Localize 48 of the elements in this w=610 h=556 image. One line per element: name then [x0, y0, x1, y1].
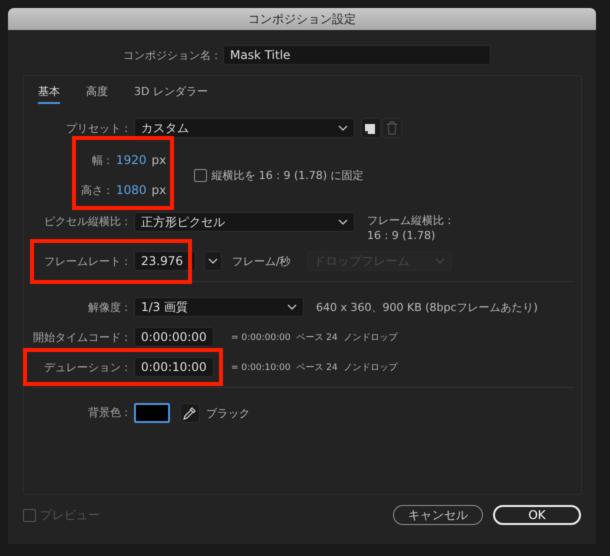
resolution-dropdown[interactable]: 1/3 画質	[134, 297, 304, 317]
tab[interactable]: 高度	[86, 84, 108, 104]
color-name: ブラック	[206, 406, 250, 420]
unit-label: フレーム/秒	[232, 254, 291, 268]
pixel-aspect-dropdown[interactable]: 正方形ピクセル	[134, 212, 355, 232]
chevron-down-icon	[434, 258, 445, 264]
field-label: 高さ :	[80, 182, 110, 198]
resolution-info: 640 x 360、900 KB (8bpcフレームあたり)	[316, 300, 538, 314]
color-swatch[interactable]	[134, 403, 170, 423]
frame-aspect-label: フレーム縦横比 :	[367, 213, 452, 228]
dimension-value[interactable]: 1920	[116, 153, 147, 167]
checkbox-label: 縦横比を 16 : 9 (1.78) に固定	[211, 168, 364, 182]
dimension-value[interactable]: 1080	[116, 183, 147, 197]
field-label: プリセット :	[64, 120, 128, 136]
field-label: フレームレート :	[42, 254, 128, 268]
field-label: 背景色 :	[86, 405, 128, 421]
tab[interactable]: 基本	[38, 84, 60, 104]
checkbox[interactable]	[194, 168, 208, 182]
eyedropper-button[interactable]	[180, 403, 200, 423]
field-label: コンポジション名 :	[122, 48, 218, 62]
chevron-down-icon	[338, 125, 348, 131]
window-title: コンポジション設定	[248, 10, 356, 28]
chevron-down-icon	[208, 258, 218, 264]
field-label: ピクセル縦横比 :	[42, 214, 128, 230]
unit-label: px	[152, 183, 166, 197]
field-label: 解像度 :	[86, 300, 128, 314]
frame-rate-field[interactable]: 23.976	[134, 251, 196, 271]
unit-label: px	[152, 153, 166, 167]
field-label: 開始タイムコード :	[32, 330, 128, 344]
timecode-info: = 0:00:10:00 ベース 24 ノンドロップ	[231, 361, 398, 374]
eyedropper-icon	[183, 406, 197, 420]
cancel-button[interactable]: キャンセル	[393, 505, 483, 525]
new-preset-button[interactable]	[361, 118, 381, 138]
chevron-down-icon	[287, 304, 297, 310]
composition-name-field[interactable]: Mask Title	[223, 45, 491, 65]
timecode-field[interactable]: 0:00:00:00	[134, 327, 214, 347]
preset-dropdown[interactable]: カスタム	[134, 118, 355, 138]
frame-aspect-value: 16 : 9 (1.78)	[367, 228, 436, 243]
trash-icon	[386, 121, 398, 135]
ok-button[interactable]: OK	[493, 505, 581, 525]
field-label: 幅 :	[90, 152, 110, 168]
frame-rate-dropdown-button[interactable]	[204, 251, 222, 271]
page-icon	[364, 121, 378, 135]
chevron-down-icon	[338, 219, 348, 225]
timecode-info: = 0:00:00:00 ベース 24 ノンドロップ	[231, 331, 398, 344]
field-label: デュレーション :	[42, 360, 128, 374]
timecode-field[interactable]: 0:00:10:00	[134, 357, 214, 377]
tab[interactable]: 3D レンダラー	[134, 84, 208, 104]
